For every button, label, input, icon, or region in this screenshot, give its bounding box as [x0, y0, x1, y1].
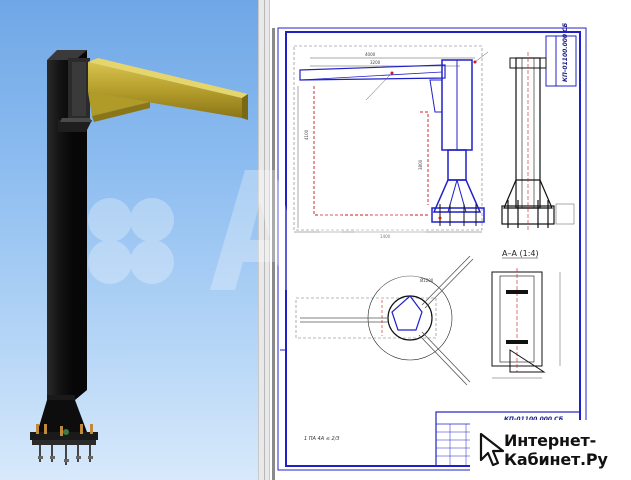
model-viewport[interactable] [0, 0, 258, 480]
crane-boom [88, 58, 248, 122]
badge-line-1: Интернет- [504, 431, 597, 450]
assembly-drawing-sheet: КП-01100.000 СБ 4000 3200 4100 3800 1400… [270, 0, 631, 480]
column-head [68, 58, 90, 120]
badge-line-2: Кабинет.Ру [504, 450, 608, 469]
jib-crane-3d-model [30, 50, 248, 465]
site-badge[interactable]: Интернет- Кабинет.Ру [470, 420, 631, 480]
boom-collar [58, 118, 92, 132]
drawing-viewport[interactable]: КП-01100.000 СБ 4000 3200 4100 3800 1400… [270, 0, 631, 480]
dim-circle: Ø1200 [420, 278, 434, 283]
section-label: A–A (1:4) [502, 249, 539, 258]
dim-top-inner: 3200 [370, 60, 381, 65]
dim-left-height: 4100 [304, 129, 309, 140]
dim-mid-height: 3800 [418, 159, 423, 170]
formula-note: 1 ПА 4А ≤ 2/3 [304, 436, 340, 442]
dim-bottom-base: 1400 [380, 234, 391, 239]
column-base [30, 400, 98, 465]
cursor-logo-icon [479, 432, 505, 467]
vertical-drawing-code: КП-01100.000 СБ [562, 22, 569, 82]
pane-splitter[interactable] [258, 0, 270, 480]
dim-top-overall: 4000 [365, 52, 376, 57]
